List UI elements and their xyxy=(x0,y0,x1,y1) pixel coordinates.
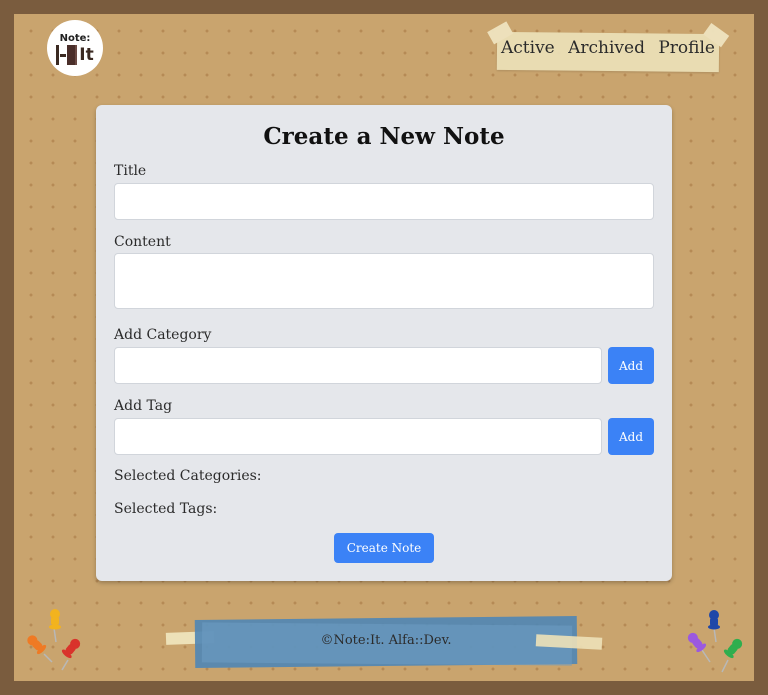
logo-dash-icon xyxy=(60,53,67,57)
logo-bar-icon xyxy=(56,45,60,65)
title-label: Title xyxy=(114,163,147,179)
content-textarea[interactable] xyxy=(114,253,654,309)
app-logo[interactable]: Note: It xyxy=(47,20,103,76)
nav-archived-link[interactable]: Archived xyxy=(568,38,645,58)
top-nav: Active Archived Profile xyxy=(501,36,715,60)
footer-copyright: ©Note:It. Alfa::Dev. xyxy=(320,633,452,648)
create-note-button[interactable]: Create Note xyxy=(334,533,434,563)
create-note-card: Create a New Note Title Content Add Cate… xyxy=(96,105,672,581)
content-label: Content xyxy=(114,234,171,250)
add-category-button[interactable]: Add xyxy=(608,347,654,384)
nav-active-link[interactable]: Active xyxy=(501,38,555,58)
tag-label: Add Tag xyxy=(114,398,173,414)
add-tag-button[interactable]: Add xyxy=(608,418,654,455)
logo-mark: It xyxy=(56,45,94,65)
logo-text-top: Note: xyxy=(59,33,91,44)
pushpins-left-icon xyxy=(27,609,81,671)
selected-categories-label: Selected Categories: xyxy=(114,468,262,484)
book-icon xyxy=(67,45,78,65)
tag-input[interactable] xyxy=(114,418,602,455)
nav-profile-link[interactable]: Profile xyxy=(658,38,715,58)
cork-board: Note: It Active Archived Profile Create … xyxy=(14,14,754,681)
form-title: Create a New Note xyxy=(263,123,505,150)
category-label: Add Category xyxy=(114,327,212,343)
title-input[interactable] xyxy=(114,183,654,220)
pushpins-right-icon xyxy=(687,610,743,673)
selected-tags-label: Selected Tags: xyxy=(114,501,218,517)
logo-text-main: It xyxy=(79,45,94,65)
category-input[interactable] xyxy=(114,347,602,384)
